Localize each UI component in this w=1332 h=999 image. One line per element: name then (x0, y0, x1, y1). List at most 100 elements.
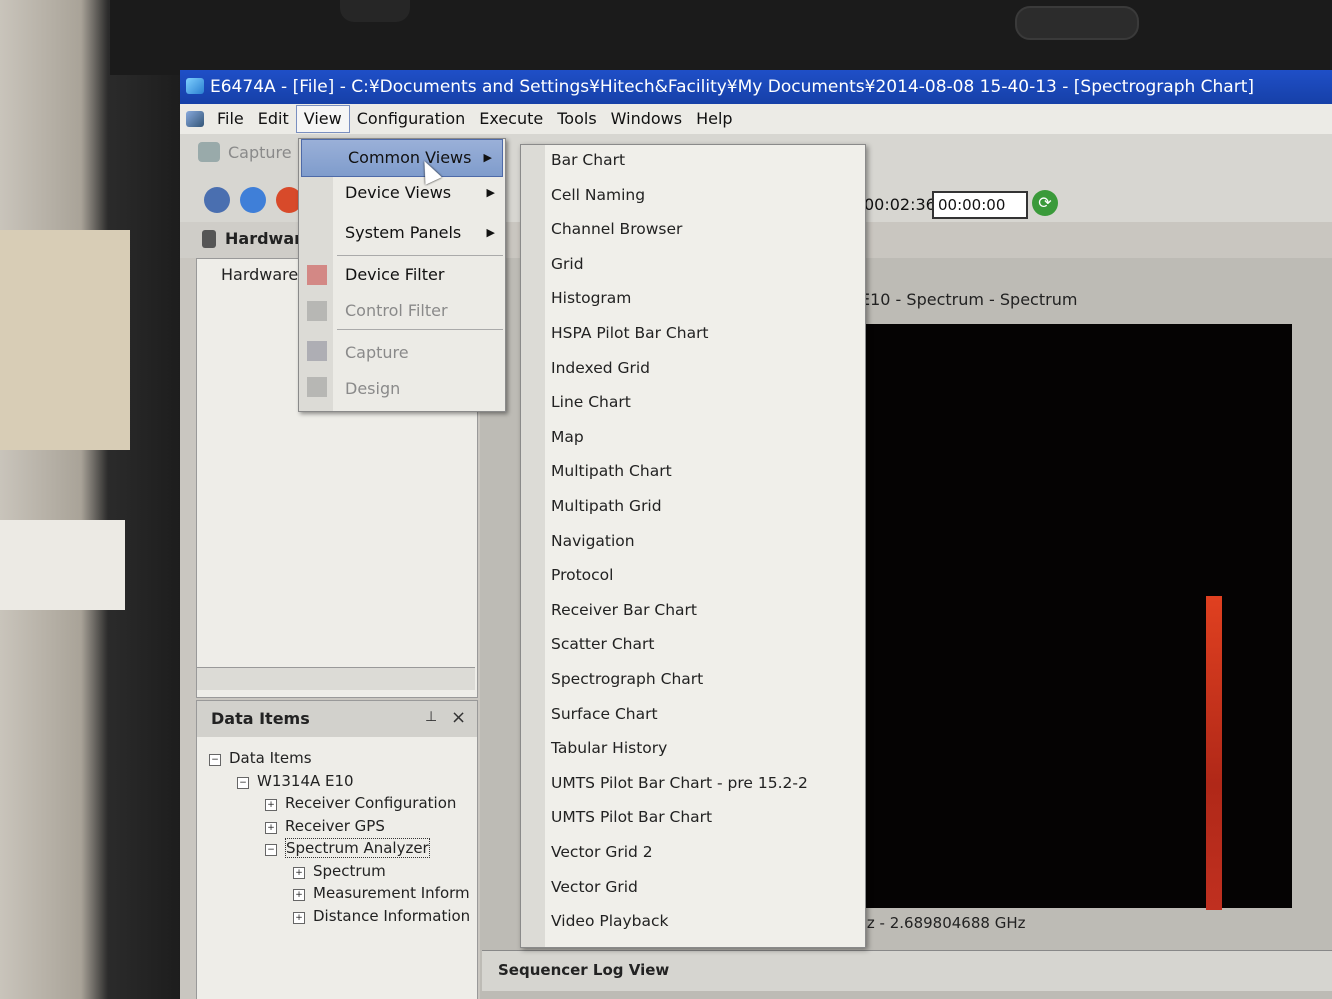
common-view-item[interactable]: UMTS Pilot Bar Chart - pre 15.2-2 (551, 774, 808, 792)
tree-item[interactable]: + Spectrum (293, 862, 386, 880)
capture-icon (198, 142, 220, 162)
spectrograph-plot[interactable] (844, 324, 1292, 908)
common-view-item[interactable]: Scatter Chart (551, 635, 654, 653)
view-menu-item-label: Control Filter (345, 301, 448, 320)
tree-item-label: W1314A E10 (257, 771, 354, 790)
spectrum-trace (1206, 596, 1222, 910)
menu-bar: File Edit View Configuration Execute Tools Win… (180, 104, 1332, 134)
view-menu-item[interactable]: Device Filter (299, 257, 505, 293)
submenu-icon-strip (521, 145, 545, 947)
hardware-tree-root[interactable]: Hardware (221, 265, 298, 284)
menu-tools[interactable]: Tools (550, 104, 603, 134)
menu-separator (337, 255, 503, 256)
data-items-title: Data Items (211, 709, 310, 728)
menu-view[interactable]: View (295, 105, 350, 133)
common-view-item[interactable]: Vector Grid (551, 878, 638, 896)
data-items-header: Data Items ⊥ × (197, 701, 477, 737)
view-menu-item-label: Design (345, 379, 401, 398)
tree-item-label: Spectrum Analyzer (285, 838, 430, 858)
tree-item-label: Data Items (229, 749, 312, 767)
common-view-item[interactable]: Multipath Grid (551, 497, 662, 515)
sequencer-log-header[interactable]: Sequencer Log View (482, 950, 1332, 991)
expand-icon[interactable]: + (265, 799, 277, 811)
common-view-item[interactable]: Cell Naming (551, 186, 645, 204)
menu-file[interactable]: File (210, 104, 251, 134)
common-view-item[interactable]: Bar Chart (551, 151, 625, 169)
tree-item[interactable]: + Measurement Inform (293, 884, 470, 902)
common-view-item[interactable]: Navigation (551, 532, 635, 550)
menu-edit[interactable]: Edit (251, 104, 296, 134)
menu-execute[interactable]: Execute (472, 104, 550, 134)
capture-label: Capture (228, 143, 292, 162)
common-view-item[interactable]: Surface Chart (551, 705, 658, 723)
close-icon[interactable]: × (451, 707, 466, 728)
tree-item[interactable]: − Spectrum Analyzer (265, 838, 430, 858)
webcam (1015, 6, 1139, 40)
view-menu-item[interactable]: System Panels ▶ (299, 215, 505, 251)
bezel-latch (340, 0, 410, 22)
view-menu-dropdown: Common Views ▶ Device Views ▶ System Panels ▶… (298, 138, 506, 412)
hardware-icon (202, 230, 216, 248)
expand-icon[interactable]: + (265, 821, 277, 834)
grid-icon (307, 301, 327, 321)
common-view-item[interactable]: Line Chart (551, 393, 631, 411)
capture-icon (307, 341, 327, 361)
collapse-icon[interactable]: − (237, 776, 249, 789)
menu-help[interactable]: Help (689, 104, 739, 134)
view-menu-item[interactable]: Device Views ▶ (299, 175, 505, 211)
horizontal-scrollbar[interactable] (197, 667, 475, 690)
common-view-item[interactable]: HSPA Pilot Bar Chart (551, 324, 709, 342)
common-view-item[interactable]: UMTS Pilot Bar Chart (551, 808, 712, 826)
chart-title: E10 - Spectrum - Spectrum (860, 290, 1078, 309)
laptop-bezel-top (110, 0, 1332, 75)
collapse-icon[interactable]: − (265, 844, 277, 856)
common-view-item[interactable]: Histogram (551, 289, 631, 307)
collapse-icon[interactable]: − (209, 754, 221, 766)
view-menu-item[interactable]: Common Views ▶ (301, 139, 503, 177)
submenu-arrow-icon: ▶ (486, 186, 495, 199)
pin-icon[interactable]: ⊥ (425, 709, 437, 725)
title-bar[interactable]: E6474A - [File] - C:¥Documents and Setti… (180, 70, 1332, 104)
desk-box (0, 230, 130, 450)
common-view-item[interactable]: Indexed Grid (551, 359, 650, 377)
time-field[interactable]: 00:00:00 (932, 191, 1028, 219)
tree-item[interactable]: − Data Items (209, 749, 312, 767)
view-menu-item-label: Device Filter (345, 265, 445, 284)
menu-windows[interactable]: Windows (604, 104, 689, 134)
document-icon[interactable] (186, 111, 204, 127)
common-view-item[interactable]: Receiver Bar Chart (551, 601, 697, 619)
view-menu-item[interactable]: Control Filter (299, 293, 505, 329)
refresh-icon[interactable]: ⟳ (1032, 190, 1058, 216)
tree-item[interactable]: − W1314A E10 (237, 772, 354, 790)
common-view-item[interactable]: Map (551, 428, 584, 446)
expand-icon[interactable]: + (293, 911, 305, 924)
common-view-item[interactable]: Protocol (551, 566, 613, 584)
tree-item-label: Distance Information (313, 906, 471, 925)
view-menu-item[interactable]: Capture (299, 335, 505, 371)
common-view-item[interactable]: Channel Browser (551, 220, 682, 238)
tree-item[interactable]: + Receiver Configuration (265, 794, 456, 812)
capture-button[interactable]: Capture (198, 142, 292, 162)
laptop-bezel-left (0, 0, 180, 999)
desk-paper (0, 520, 125, 610)
common-view-item[interactable]: Multipath Chart (551, 462, 672, 480)
menu-separator (337, 329, 503, 330)
submenu-arrow-icon: ▶ (486, 226, 495, 239)
tree-item[interactable]: + Receiver GPS (265, 817, 385, 835)
app-icon (186, 78, 204, 94)
play-icon[interactable] (204, 187, 230, 213)
menu-configuration[interactable]: Configuration (350, 104, 473, 134)
common-view-item[interactable]: Vector Grid 2 (551, 843, 653, 861)
view-menu-item[interactable]: Design (299, 371, 505, 407)
common-view-item[interactable]: Grid (551, 255, 584, 273)
tree-item-label: Measurement Inform (313, 884, 470, 902)
pause-icon[interactable] (240, 187, 266, 213)
tree-item[interactable]: + Distance Information (293, 907, 470, 925)
expand-icon[interactable]: + (293, 889, 305, 901)
common-view-item[interactable]: Spectrograph Chart (551, 670, 703, 688)
filter-icon (307, 265, 327, 285)
data-items-panel: Data Items ⊥ × − Data Items − W1314A E10 + Re… (196, 700, 478, 999)
expand-icon[interactable]: + (293, 866, 305, 879)
common-view-item[interactable]: Tabular History (551, 739, 667, 757)
common-view-item[interactable]: Video Playback (551, 912, 669, 930)
